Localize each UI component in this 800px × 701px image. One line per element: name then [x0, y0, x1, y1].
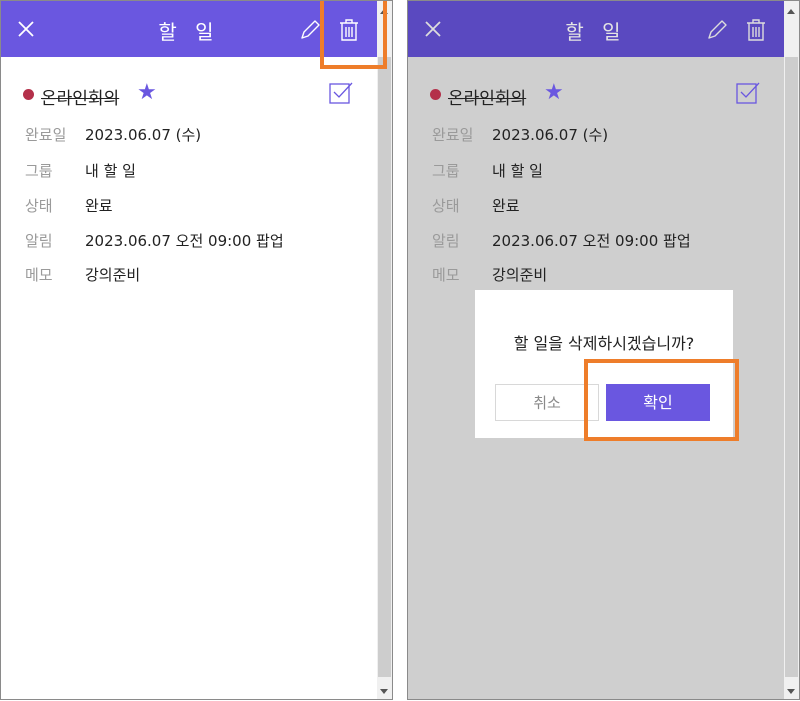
- memo-label: 메모: [25, 266, 53, 284]
- status-value: 완료: [85, 197, 113, 215]
- confirm-highlight-box: [584, 359, 739, 441]
- completed-date-label: 완료일: [432, 126, 474, 144]
- completed-date-label: 완료일: [25, 126, 67, 144]
- scrollbar[interactable]: [377, 1, 392, 699]
- trash-icon[interactable]: [745, 18, 767, 42]
- alarm-label: 알림: [25, 232, 53, 250]
- memo-value: 강의준비: [492, 266, 548, 284]
- completed-date-value: 2023.06.07 (수): [492, 126, 609, 144]
- status-label: 상태: [432, 197, 460, 215]
- alarm-value: 2023.06.07 오전 09:00 팝업: [492, 232, 691, 250]
- star-icon[interactable]: ★: [137, 82, 157, 104]
- task-color-dot: [23, 89, 34, 100]
- group-value: 내 할 일: [492, 162, 543, 180]
- edit-icon[interactable]: [299, 19, 321, 41]
- dialog-message: 할 일을 삭제하시겠습니까?: [513, 334, 695, 353]
- scrollbar[interactable]: [784, 1, 799, 699]
- status-label: 상태: [25, 197, 53, 215]
- task-detail-panel-after: 할 일 온라인회의 ★ 완료일 2023.06.07 (수) 그룹 내 할 일 …: [407, 0, 800, 700]
- header-bar: 할 일: [408, 1, 784, 57]
- task-detail-panel-before: 할 일 온라인회의 ★ 완료일 2023.06.07 (수) 그룹 내 할 일 …: [0, 0, 393, 700]
- scroll-up-arrow[interactable]: [787, 9, 795, 14]
- task-color-dot: [430, 89, 441, 100]
- status-value: 완료: [492, 197, 520, 215]
- completed-date-value: 2023.06.07 (수): [85, 126, 202, 144]
- scrollbar-thumb[interactable]: [378, 57, 391, 677]
- group-value: 내 할 일: [85, 162, 136, 180]
- scroll-down-arrow[interactable]: [380, 689, 388, 694]
- memo-value: 강의준비: [85, 266, 141, 284]
- star-icon[interactable]: ★: [544, 82, 564, 104]
- task-title: 온라인회의: [448, 89, 527, 109]
- memo-label: 메모: [432, 266, 460, 284]
- trash-highlight-box: [320, 1, 387, 69]
- edit-icon[interactable]: [706, 19, 728, 41]
- scroll-down-arrow[interactable]: [787, 689, 795, 694]
- group-label: 그룹: [25, 162, 53, 180]
- checkbox-icon[interactable]: [329, 82, 353, 104]
- group-label: 그룹: [432, 162, 460, 180]
- checkbox-icon[interactable]: [736, 82, 760, 104]
- task-title: 온라인회의: [41, 89, 120, 109]
- alarm-label: 알림: [432, 232, 460, 250]
- scrollbar-thumb[interactable]: [785, 57, 798, 677]
- alarm-value: 2023.06.07 오전 09:00 팝업: [85, 232, 284, 250]
